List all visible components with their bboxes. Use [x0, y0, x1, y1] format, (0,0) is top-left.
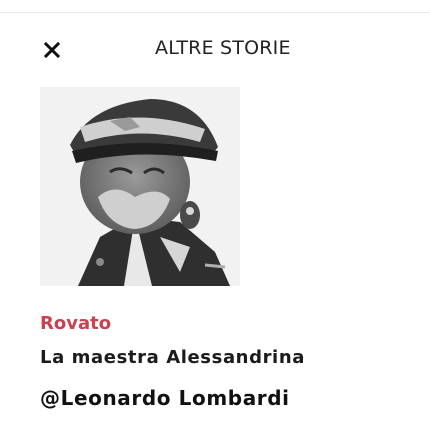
- story-headline[interactable]: La maestra Alessandrina: [40, 347, 305, 368]
- stories-header: ALTRE STORIE: [0, 30, 430, 70]
- top-divider: [0, 12, 430, 13]
- section-title: ALTRE STORIE: [155, 37, 291, 59]
- close-icon: [44, 42, 60, 58]
- story-category[interactable]: Rovato: [40, 313, 111, 334]
- story-author[interactable]: @Leonardo Lombardi: [40, 386, 290, 410]
- close-button[interactable]: [38, 36, 66, 64]
- story-photo[interactable]: [40, 87, 240, 286]
- portrait-photo: [40, 87, 240, 286]
